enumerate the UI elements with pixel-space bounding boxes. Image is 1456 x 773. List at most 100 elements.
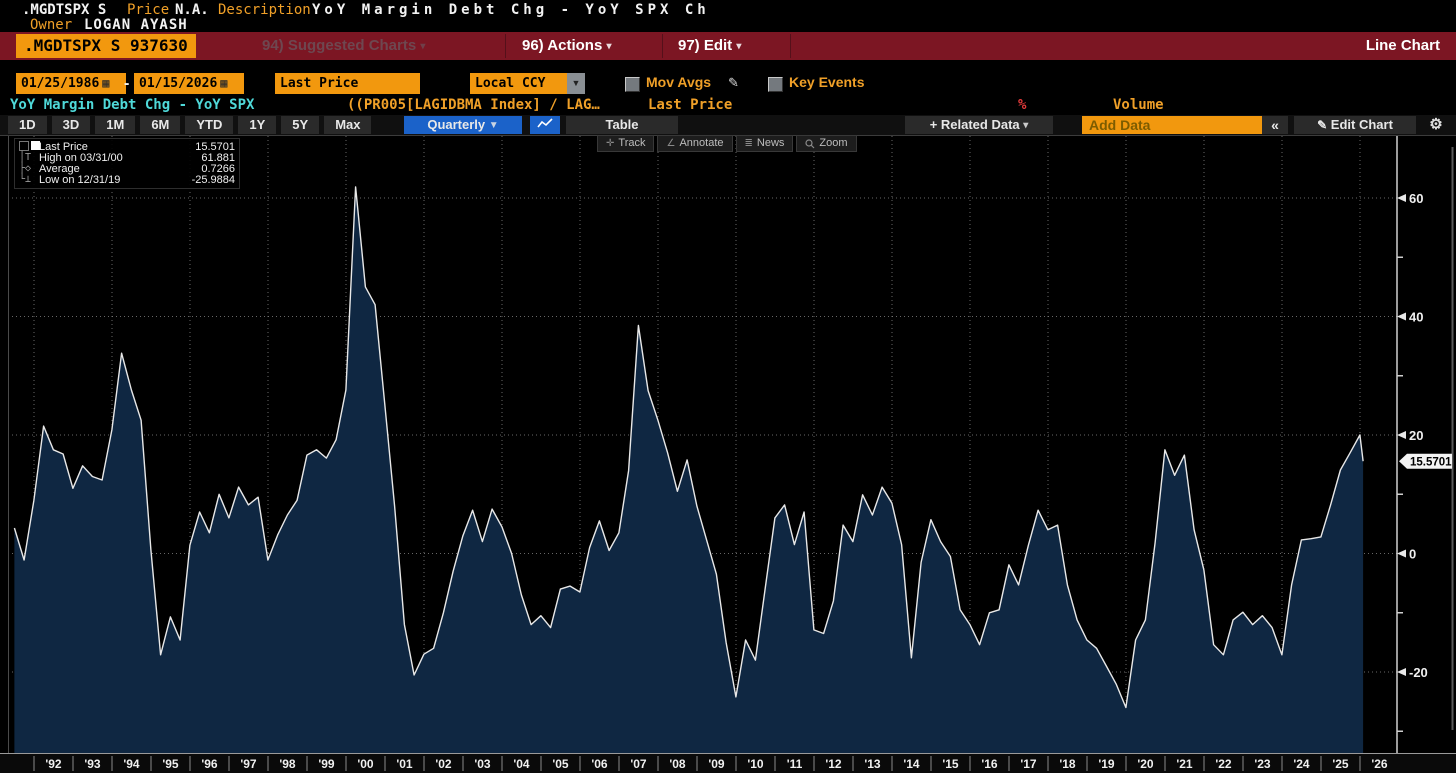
legend-row-last-price: Last Price 15.5701 [19, 140, 235, 153]
x-axis-year-label[interactable]: '02 [435, 757, 452, 771]
range-button-6m[interactable]: 6M [140, 116, 181, 134]
add-data-input[interactable]: Add Data [1082, 116, 1262, 134]
x-axis-year-label[interactable]: '09 [708, 757, 725, 771]
volume-label: Volume [1113, 97, 1164, 113]
annotate-pencil-icon: ∠ [666, 137, 676, 149]
x-axis-year-label[interactable]: '94 [123, 757, 140, 771]
x-axis-year-label[interactable]: '93 [84, 757, 101, 771]
chart-settings-button[interactable]: ⚙ [1424, 116, 1448, 134]
series-subtitle-row: YoY Margin Debt Chg - YoY SPX ((PR005[LA… [0, 97, 1456, 115]
x-axis-year-label[interactable]: '21 [1176, 757, 1193, 771]
edit-menu[interactable]: 97) Edit ▾ [678, 32, 741, 60]
price-field-selector[interactable]: Last Price [275, 73, 420, 94]
x-axis-year-label[interactable]: '23 [1254, 757, 1271, 771]
currency-dropdown-button[interactable]: ▼ [567, 73, 585, 94]
x-axis-year-label[interactable]: '03 [474, 757, 491, 771]
ribbon-divider [662, 34, 663, 58]
x-axis-year-label[interactable]: '17 [1020, 757, 1037, 771]
x-axis-year-label[interactable]: '22 [1215, 757, 1232, 771]
annotate-button[interactable]: ∠ Annotate [657, 135, 733, 152]
x-axis-year-label[interactable]: '19 [1098, 757, 1115, 771]
range-button-1d[interactable]: 1D [8, 116, 47, 134]
collapse-panel-button[interactable]: « [1262, 116, 1288, 134]
y-axis-label: -20 [1409, 665, 1428, 680]
x-axis-year-label[interactable]: '24 [1293, 757, 1310, 771]
table-button[interactable]: Table [566, 116, 678, 134]
x-axis-year-label[interactable]: '13 [864, 757, 881, 771]
x-axis-year-label[interactable]: '96 [201, 757, 218, 771]
x-axis-year-label[interactable]: '04 [513, 757, 530, 771]
calendar-icon[interactable]: ▦ [102, 73, 109, 94]
x-axis-year-label[interactable]: '97 [240, 757, 257, 771]
legend-row-average: ├◇ Average 0.7266 [19, 162, 235, 175]
x-axis-year-label[interactable]: '15 [942, 757, 959, 771]
chart-legend[interactable]: Last Price 15.5701 │T High on 03/31/00 61.… [14, 138, 240, 189]
y-axis-tick [1397, 194, 1406, 202]
track-crosshair-icon: ✛ [606, 137, 615, 149]
range-button-max[interactable]: Max [324, 116, 372, 134]
chevron-down-icon: ▾ [606, 41, 612, 52]
suggested-charts-menu[interactable]: 94) Suggested Charts ▾ [262, 32, 425, 60]
currency-selector[interactable]: Local CCY [470, 73, 572, 94]
x-axis-year-label[interactable]: '05 [552, 757, 569, 771]
x-axis-year-label[interactable]: '06 [591, 757, 608, 771]
edit-chart-button[interactable]: ✎ Edit Chart [1294, 116, 1416, 134]
x-axis-year-label[interactable]: '92 [45, 757, 62, 771]
key-events-label: Key Events [789, 74, 865, 90]
calendar-icon[interactable]: ▦ [220, 73, 227, 94]
x-axis-year-label[interactable]: '16 [981, 757, 998, 771]
y-axis-tick [1397, 549, 1406, 558]
security-id-box[interactable]: .MGDTSPX S 937630 [16, 34, 196, 58]
related-data-button[interactable]: + Related Data ▾ [905, 116, 1053, 134]
line-chart-type-button[interactable] [530, 116, 560, 134]
y-axis-label: 40 [1409, 310, 1423, 325]
expand-icon[interactable] [19, 140, 29, 151]
x-axis-year-label[interactable]: '08 [669, 757, 686, 771]
series-name: YoY Margin Debt Chg - YoY SPX [10, 97, 255, 113]
y-axis-tick [1397, 312, 1406, 321]
y-axis-tick [1397, 431, 1406, 439]
x-axis-year-label[interactable]: '25 [1332, 757, 1349, 771]
mov-avgs-checkbox[interactable] [625, 77, 640, 92]
x-axis-year-label[interactable]: '98 [279, 757, 296, 771]
range-button-5y[interactable]: 5Y [281, 116, 320, 134]
series-field: Last Price [648, 97, 733, 113]
track-button[interactable]: ✛ Track [597, 135, 655, 152]
line-chart-icon [537, 118, 553, 128]
range-button-ytd[interactable]: YTD [185, 116, 234, 134]
range-buttons: 1D 3D 1M 6M YTD 1Y 5Y Max [8, 116, 372, 134]
x-axis-year-label[interactable]: '01 [396, 757, 413, 771]
zoom-button[interactable]: Zoom [796, 135, 857, 152]
range-button-3d[interactable]: 3D [51, 116, 91, 134]
last-price-marker-value: 15.5701 [1410, 457, 1452, 469]
x-axis-year-label[interactable]: '18 [1059, 757, 1076, 771]
period-selector[interactable]: Quarterly ▼ [404, 116, 522, 134]
x-axis-year-label[interactable]: '00 [357, 757, 374, 771]
x-axis-year-label[interactable]: '10 [747, 757, 764, 771]
x-axis-year-label[interactable]: '20 [1137, 757, 1154, 771]
chart-tool-buttons: ✛ Track ∠ Annotate ≣ News Zoom [597, 135, 857, 152]
date-to-field[interactable]: 01/15/2026 ▦ [134, 73, 244, 94]
x-axis-strip [0, 754, 1456, 773]
x-axis-year-label[interactable]: '99 [318, 757, 335, 771]
x-axis-year-label[interactable]: '11 [787, 757, 803, 771]
x-axis-year-label[interactable]: '95 [162, 757, 179, 771]
owner-label: Owner [30, 17, 73, 33]
key-events-checkbox[interactable] [768, 77, 783, 92]
x-axis-year-label[interactable]: '12 [825, 757, 842, 771]
range-button-1y[interactable]: 1Y [238, 116, 277, 134]
x-axis-year-label[interactable]: '14 [903, 757, 920, 771]
date-from-field[interactable]: 01/25/1986 ▦ [16, 73, 126, 94]
mov-avgs-pencil-icon[interactable]: ✎ [728, 75, 739, 91]
price-chart-svg[interactable]: 60 40 20 0 -20 15.5701 '92 '93 '94 '95 '96 '97 '98 '9… [0, 135, 1456, 773]
x-axis-year-label[interactable]: '26 [1371, 757, 1388, 771]
news-button[interactable]: ≣ News [735, 135, 794, 152]
owner-value: LOGAN AYASH [84, 17, 188, 33]
range-button-1m[interactable]: 1M [95, 116, 136, 134]
high-marker-icon: │T [19, 152, 32, 163]
actions-menu[interactable]: 96) Actions ▾ [522, 32, 612, 60]
bloomberg-terminal: .MGDTSPX S Price N.A. Description YoY Ma… [0, 0, 1456, 773]
x-axis-year-label[interactable]: '07 [630, 757, 647, 771]
series-formula: ((PR005[LAGIDBMA Index] / LAG… [347, 97, 600, 113]
chart-controls-row: 01/25/1986 ▦ - 01/15/2026 ▦ Last Price Loc… [0, 73, 1456, 96]
